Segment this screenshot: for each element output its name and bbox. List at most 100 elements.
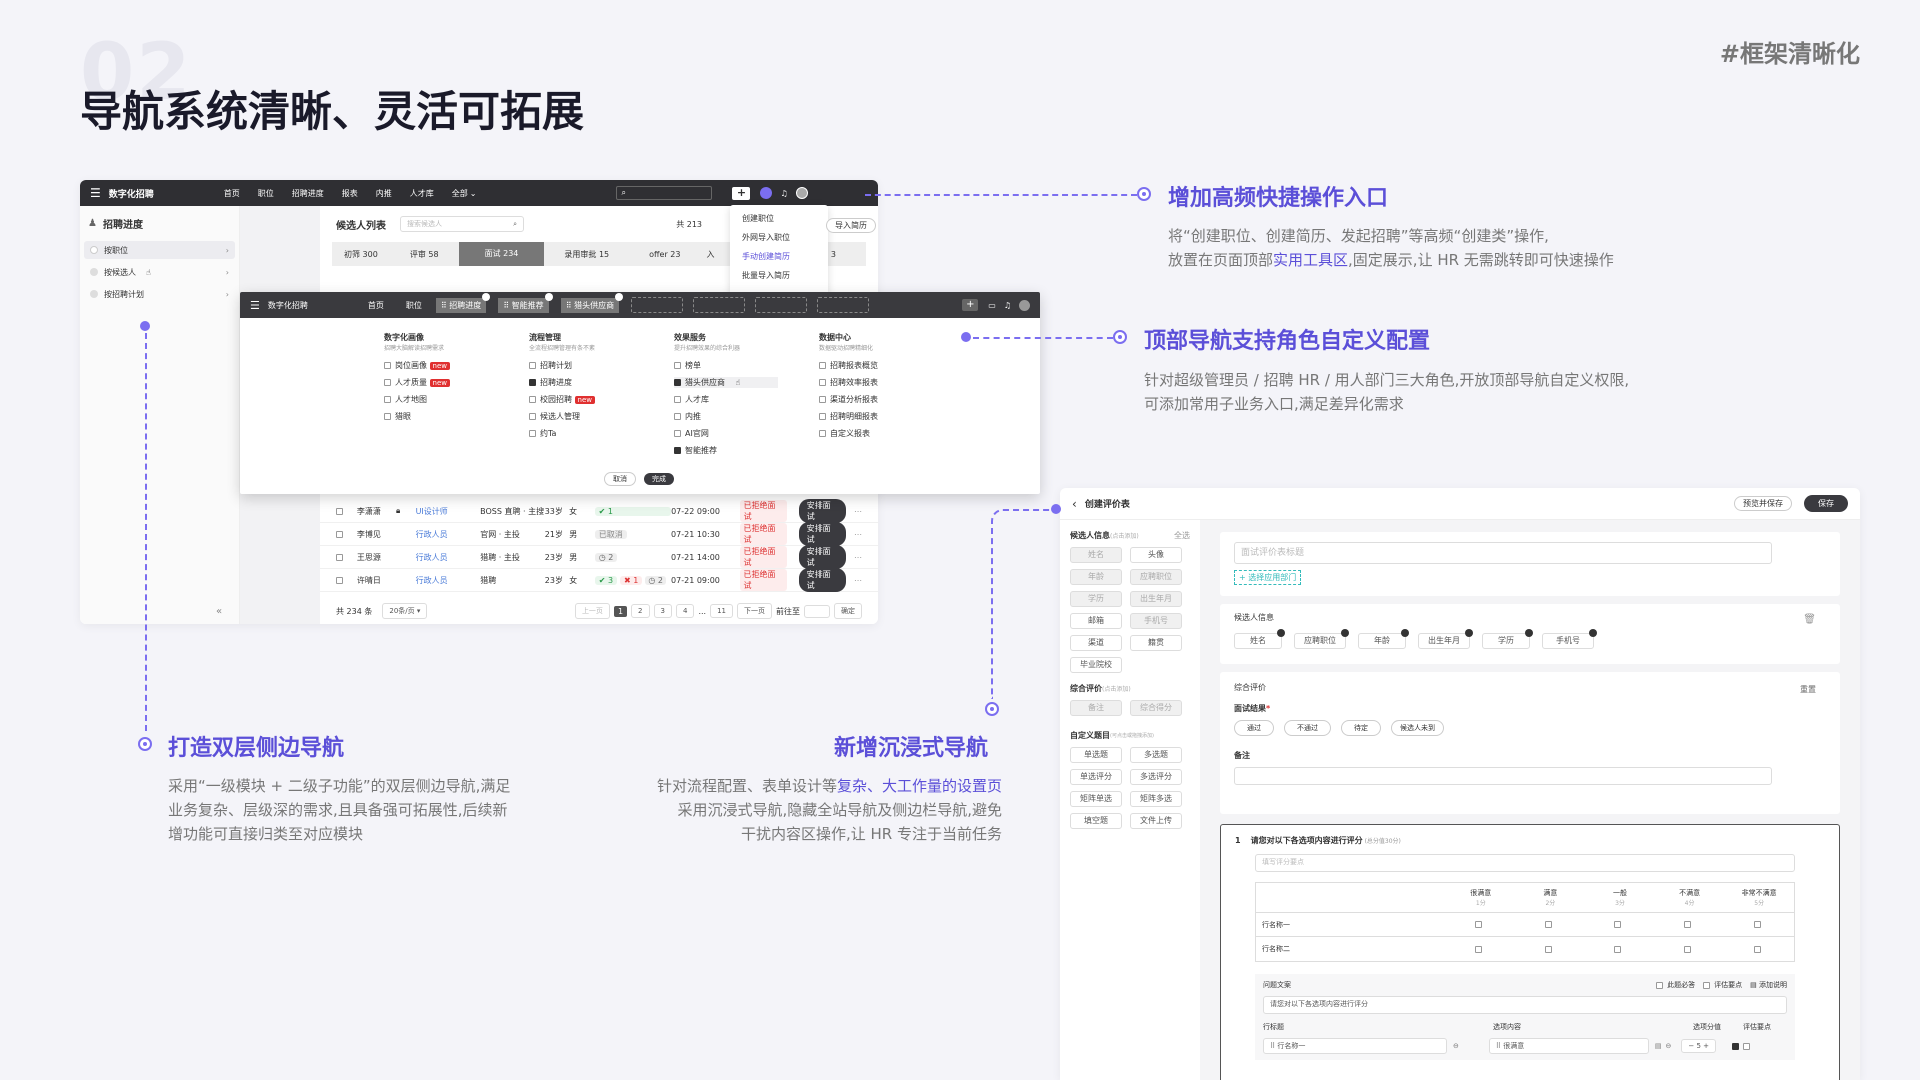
matrix-checkbox[interactable]	[1753, 921, 1761, 928]
config-option[interactable]: 约Ta	[529, 428, 674, 439]
import-resume-button[interactable]: 导入简历	[826, 218, 876, 233]
palette-field[interactable]: 多选题	[1130, 747, 1182, 763]
config-option[interactable]: 人才地图	[384, 394, 529, 405]
menu-item-import-resume[interactable]: 批量导入简历	[730, 266, 828, 285]
palette-field[interactable]: 填空题	[1070, 813, 1122, 829]
remove-icon[interactable]: ⊖	[1666, 1042, 1672, 1050]
option-input[interactable]: ⠿ 很满意	[1488, 1038, 1649, 1054]
search-input[interactable]: ⌕	[616, 186, 713, 200]
candidate-chip[interactable]: 应聘职位	[1294, 629, 1349, 649]
result-option[interactable]: 待定	[1341, 720, 1381, 736]
config-option[interactable]: 猎头供应商 ☝	[674, 377, 778, 388]
point-checkbox[interactable]	[1732, 1042, 1740, 1050]
matrix-checkbox[interactable]	[1475, 921, 1483, 928]
user-avatar[interactable]	[795, 187, 808, 199]
bell-icon[interactable]: ♫	[780, 189, 787, 198]
config-option[interactable]: 榜单	[674, 360, 819, 371]
prev-page-button[interactable]: 上一页	[574, 603, 610, 619]
empty-nav-slot[interactable]	[631, 297, 684, 313]
config-option[interactable]: 招聘进度	[529, 377, 674, 388]
back-icon[interactable]: ‹	[1072, 497, 1077, 511]
nav-item-home[interactable]: 首页	[224, 188, 240, 199]
question-copy-input[interactable]: 请您对以下各选项内容进行评分	[1263, 996, 1787, 1014]
config-option[interactable]: 智能推荐	[674, 445, 819, 456]
candidate-job[interactable]: 行政人员	[416, 552, 481, 563]
page-11[interactable]: 11	[710, 604, 733, 618]
menu-icon[interactable]: ☰	[90, 186, 101, 200]
palette-field[interactable]: 多选评分	[1130, 769, 1182, 785]
nav-chip-progress[interactable]: ⠿ 招聘进度	[435, 292, 491, 313]
nav-item-jobs[interactable]: 职位	[258, 188, 274, 199]
save-button[interactable]: 保存	[1804, 495, 1848, 512]
goto-confirm-button[interactable]: 确定	[834, 603, 862, 619]
required-checkbox[interactable]	[1743, 1042, 1751, 1050]
collapse-button[interactable]: «	[216, 606, 222, 617]
matrix-checkbox[interactable]	[1544, 921, 1552, 928]
nav-chip-recommend[interactable]: ⠿ 智能推荐	[498, 292, 553, 313]
schedule-interview-button[interactable]: 安排面试	[798, 499, 846, 523]
row-checkbox[interactable]	[336, 507, 343, 515]
palette-field[interactable]: 出生年月	[1130, 591, 1182, 607]
remove-icon[interactable]	[482, 292, 491, 301]
add-note-button[interactable]: ▤ 添加说明	[1750, 980, 1787, 990]
matrix-checkbox[interactable]	[1684, 921, 1692, 928]
calendar-icon[interactable]: ▭	[988, 301, 996, 310]
candidate-chip[interactable]: 姓名	[1234, 629, 1285, 649]
palette-field[interactable]: 姓名	[1070, 547, 1122, 563]
page-3[interactable]: 3	[653, 604, 672, 618]
config-option[interactable]: 招聘效率报表	[819, 377, 964, 388]
palette-field[interactable]: 头像	[1130, 547, 1182, 563]
stage-tab-approval[interactable]: 录用审批 15	[544, 249, 629, 260]
candidate-chip[interactable]: 学历	[1482, 629, 1533, 649]
config-option[interactable]: 招聘计划	[529, 360, 674, 371]
user-avatar[interactable]	[1019, 299, 1030, 311]
page-1[interactable]: 1	[613, 605, 628, 617]
avatar[interactable]	[760, 187, 773, 199]
list-search-input[interactable]: 搜索候选人 ⌕	[400, 216, 524, 232]
remove-icon[interactable]	[544, 292, 553, 301]
candidate-job[interactable]: 行政人员	[416, 575, 481, 586]
bell-icon[interactable]: ♫	[1004, 301, 1011, 310]
schedule-interview-button[interactable]: 安排面试	[798, 568, 846, 592]
next-page-button[interactable]: 下一页	[737, 603, 772, 619]
matrix-checkbox[interactable]	[1475, 945, 1483, 953]
table-row[interactable]: 王思源 行政人员 猎聘 · 主投 23岁 男 ◷ 2 07-21 14:00 已…	[320, 545, 878, 569]
palette-field[interactable]: 学历	[1070, 591, 1122, 607]
trash-icon[interactable]: 🗑︎	[1803, 614, 1816, 625]
candidate-chip[interactable]: 年龄	[1358, 629, 1409, 649]
palette-field[interactable]: 矩阵单选	[1070, 791, 1122, 807]
question-points-input[interactable]: 填写评分要点	[1255, 854, 1795, 872]
palette-field[interactable]: 渠道	[1070, 635, 1122, 651]
cancel-button[interactable]: 取消	[604, 472, 636, 486]
config-option[interactable]: 人才质量 new	[384, 377, 529, 388]
page-size-select[interactable]: 20条/页 ▾	[382, 603, 428, 619]
candidate-chip[interactable]: 手机号	[1542, 629, 1597, 649]
empty-nav-slot[interactable]	[817, 297, 870, 313]
palette-field[interactable]: 单选题	[1070, 747, 1122, 763]
nav-item-all[interactable]: 全部	[452, 188, 468, 199]
table-row[interactable]: 许晴日 行政人员 猎聘 23岁 女 ✔ 3 ✖ 1 ◷ 2 07-21 09:0…	[320, 568, 878, 592]
candidate-chip[interactable]: 出生年月	[1418, 629, 1473, 649]
done-button[interactable]: 完成	[644, 473, 674, 485]
config-option[interactable]: 猎眼	[384, 411, 529, 422]
schedule-interview-button[interactable]: 安排面试	[798, 522, 846, 546]
sidebar-item-by-candidate[interactable]: 按候选人 ☝ ›	[84, 263, 235, 281]
menu-item-create-job[interactable]: 创建职位	[730, 209, 828, 228]
config-option[interactable]: 岗位画像 new	[384, 360, 529, 371]
menu-item-import-job[interactable]: 外网导入职位	[730, 228, 828, 247]
remove-icon[interactable]	[615, 292, 624, 301]
edit-icon[interactable]: ▤	[1655, 1042, 1662, 1050]
palette-field[interactable]: 矩阵多选	[1130, 791, 1182, 807]
empty-nav-slot[interactable]	[755, 297, 808, 313]
config-option[interactable]: 候选人管理	[529, 411, 674, 422]
palette-field[interactable]: 单选评分	[1070, 769, 1122, 785]
row-checkbox[interactable]	[336, 576, 343, 584]
result-option[interactable]: 通过	[1234, 720, 1274, 736]
stage-tab-screen[interactable]: 初筛 300	[332, 249, 390, 260]
stage-tab-offer[interactable]: offer 23	[629, 250, 700, 259]
result-option[interactable]: 候选人未到	[1391, 720, 1444, 736]
preview-save-button[interactable]: 预览并保存	[1734, 496, 1792, 511]
palette-field[interactable]: 综合得分	[1130, 700, 1182, 716]
matrix-checkbox[interactable]	[1544, 945, 1552, 953]
more-icon[interactable]: ⋯	[854, 553, 862, 562]
